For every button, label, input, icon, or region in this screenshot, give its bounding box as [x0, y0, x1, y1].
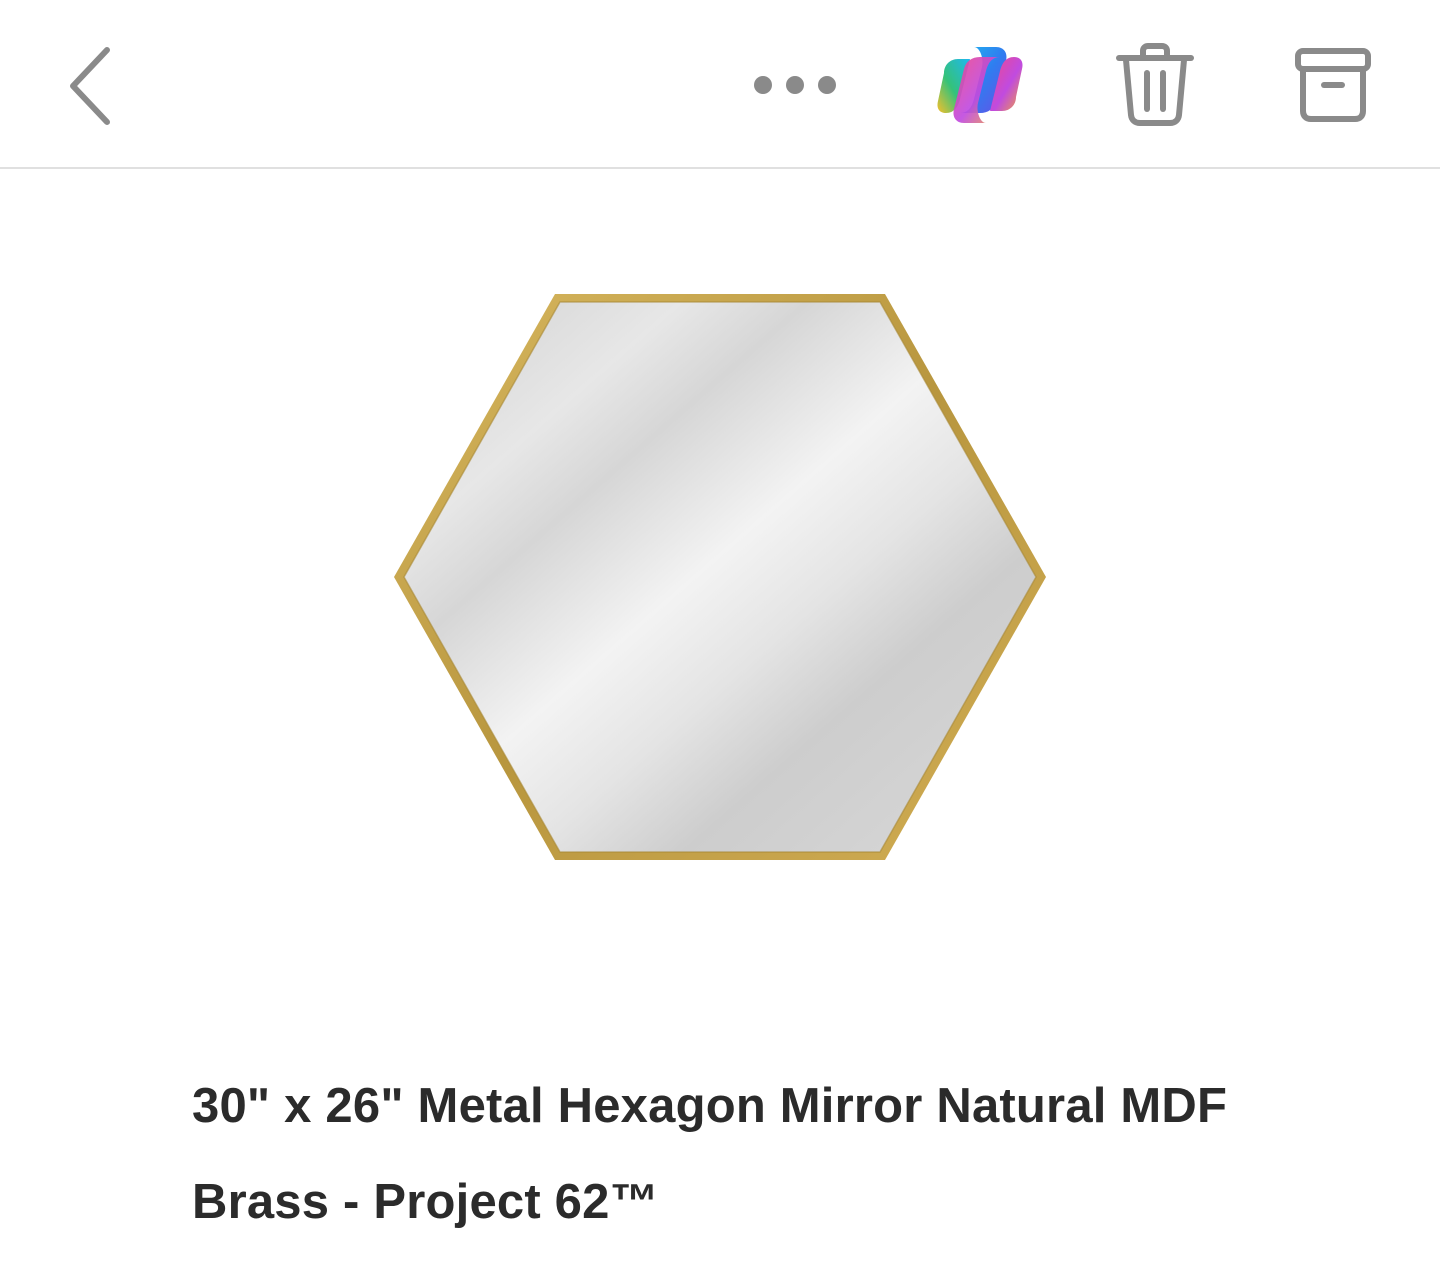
hexagon-mirror-image	[394, 294, 1046, 860]
product-image[interactable]	[380, 280, 1060, 880]
delete-button[interactable]	[1105, 30, 1205, 140]
product-detail-page: 30" x 26" Metal Hexagon Mirror Natural M…	[0, 0, 1440, 1265]
copilot-icon	[937, 47, 1023, 123]
copilot-button[interactable]	[925, 35, 1035, 135]
back-button[interactable]	[50, 30, 140, 140]
product-title[interactable]: 30" x 26" Metal Hexagon Mirror Natural M…	[192, 1058, 1272, 1250]
more-horizontal-icon	[754, 76, 836, 94]
archive-icon	[1294, 48, 1371, 122]
chevron-left-icon	[70, 47, 110, 125]
archive-button[interactable]	[1280, 30, 1385, 140]
trash-icon	[1116, 43, 1194, 126]
top-toolbar	[0, 0, 1440, 169]
more-options-button[interactable]	[740, 50, 850, 120]
